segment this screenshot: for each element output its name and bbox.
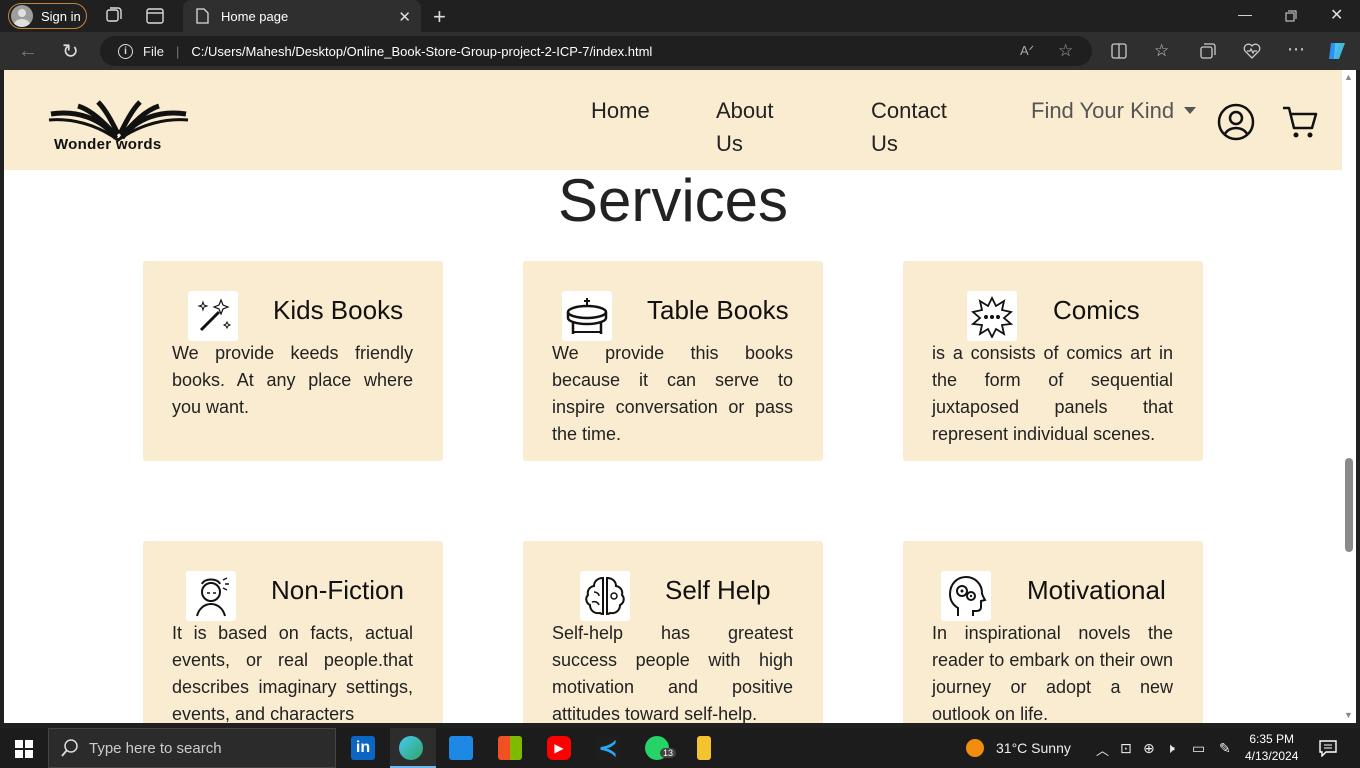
restore-icon[interactable] — [1285, 10, 1297, 22]
brain-icon — [580, 571, 630, 621]
speech-burst-icon — [967, 291, 1017, 341]
page-scrollbar[interactable]: ▲ ▼ — [1342, 70, 1356, 723]
site-header: Wonder words Home About Us Contact Us Find… — [4, 70, 1342, 170]
volume-icon[interactable]: 🕨 — [1166, 740, 1175, 757]
scroll-down-arrow-icon[interactable]: ▼ — [1344, 710, 1353, 720]
chevron-up-icon[interactable]: ︿ — [1096, 740, 1109, 759]
meet-icon[interactable]: ⊡ — [1120, 740, 1132, 757]
scroll-up-arrow-icon[interactable]: ▲ — [1344, 72, 1353, 82]
url-text[interactable]: C:/Users/Mahesh/Desktop/Online_Book-Stor… — [191, 44, 652, 59]
search-placeholder: Type here to search — [89, 739, 222, 757]
more-menu-icon[interactable]: ⋯ — [1287, 39, 1305, 60]
table-icon — [562, 291, 612, 341]
tab-home-page[interactable]: Home page ✕ — [183, 0, 421, 32]
service-card-kids-books[interactable]: Kids Books We provide keeds friendly boo… — [143, 261, 443, 461]
nav-contact-us[interactable]: Contact Us — [871, 94, 947, 160]
taskbar-search-box[interactable]: Type here to search — [48, 728, 336, 768]
web-page: Wonder words Home About Us Contact Us Find… — [4, 70, 1342, 723]
card-title: Comics — [1053, 295, 1140, 325]
service-card-self-help[interactable]: Self Help Self-help has greatest success… — [523, 541, 823, 723]
read-aloud-icon[interactable]: Aᐟ — [1020, 43, 1034, 59]
clock-time: 6:35 PM — [1249, 732, 1295, 746]
chevron-down-icon — [1184, 106, 1197, 114]
tab-title: Home page — [221, 8, 289, 24]
magic-wand-icon — [188, 291, 238, 341]
close-window-icon[interactable]: ✕ — [1330, 5, 1343, 25]
edge-active-indicator — [390, 728, 436, 768]
sun-weather-icon[interactable] — [966, 739, 984, 757]
card-title: Self Help — [665, 575, 771, 605]
logo-text: Wonder words — [54, 136, 162, 153]
file-explorer-app-icon[interactable] — [449, 736, 473, 760]
collections-icon[interactable] — [1199, 42, 1217, 60]
split-screen-icon[interactable] — [1110, 42, 1128, 60]
back-icon[interactable]: ← — [18, 40, 38, 63]
refresh-icon[interactable]: ↻ — [62, 39, 79, 64]
scrollbar-thumb[interactable] — [1345, 458, 1353, 552]
new-tab-icon[interactable]: + — [433, 4, 446, 30]
card-title: Kids Books — [273, 295, 404, 325]
notification-icon[interactable] — [1319, 739, 1337, 757]
window-border-left — [0, 70, 4, 723]
sign-in-button[interactable]: Sign in — [8, 3, 87, 29]
battery-icon[interactable]: ▭ — [1192, 740, 1205, 757]
thinking-person-icon — [186, 571, 236, 621]
card-description: is a consists of comics art in the form … — [932, 343, 1173, 444]
clock-date: 4/13/2024 — [1245, 749, 1299, 763]
sign-in-label: Sign in — [41, 8, 81, 24]
card-title: Motivational — [1027, 575, 1166, 605]
page-icon — [196, 8, 209, 24]
weather-text[interactable]: 31°C Sunny — [996, 740, 1071, 756]
favorites-icon[interactable]: ☆ — [1154, 41, 1169, 61]
service-card-comics[interactable]: Comics is a consists of comics art in th… — [903, 261, 1203, 461]
search-icon — [61, 739, 78, 757]
pen-icon[interactable]: ✎ — [1219, 740, 1231, 757]
card-title: Table Books — [647, 295, 789, 325]
minimize-icon[interactable]: — — [1238, 6, 1252, 22]
card-description: It is based on facts, actual events, or … — [172, 623, 413, 723]
card-title: Non-Fiction — [271, 575, 404, 605]
card-description: In inspirational novels the reader to em… — [932, 623, 1173, 723]
avatar-icon — [11, 5, 33, 27]
whatsapp-badge: 13 — [660, 748, 677, 758]
workspaces-icon[interactable] — [103, 6, 123, 26]
windows-start-icon[interactable] — [15, 740, 33, 758]
address-bar-row: ← ↻ i File | C:/Users/Mahesh/Desktop/Onl… — [0, 32, 1360, 70]
address-divider: | — [175, 43, 180, 59]
favorite-star-icon[interactable]: ☆ — [1058, 41, 1073, 61]
card-description: We provide this books because it can ser… — [552, 343, 793, 444]
info-icon[interactable]: i — [118, 43, 133, 59]
browser-tab-bar: Sign in Home page ✕ + — ✕ — [0, 0, 1360, 32]
service-card-table-books[interactable]: Table Books We provide this books becaus… — [523, 261, 823, 461]
nav-find-your-kind-dropdown[interactable]: Find Your Kind — [1031, 94, 1197, 127]
services-heading: Services — [557, 167, 789, 234]
user-account-icon[interactable] — [1217, 103, 1255, 141]
nav-about-us[interactable]: About Us — [716, 94, 774, 160]
folder-icon[interactable] — [697, 736, 711, 760]
close-tab-icon[interactable]: ✕ — [398, 8, 411, 26]
network-icon[interactable]: ⊕ — [1143, 740, 1155, 757]
tab-actions-icon[interactable] — [145, 6, 165, 26]
service-card-non-fiction[interactable]: Non-Fiction It is based on facts, actual… — [143, 541, 443, 723]
system-clock[interactable]: 6:35 PM 4/13/2024 — [1245, 731, 1298, 765]
card-description: Self-help has greatest success people wi… — [552, 623, 793, 723]
head-gears-icon — [941, 571, 991, 621]
vscode-icon[interactable]: ≺ — [596, 735, 620, 762]
linkedin-icon[interactable]: in — [351, 736, 375, 760]
card-description: We provide keeds friendly books. At any … — [172, 343, 413, 417]
address-bar[interactable]: i File | C:/Users/Mahesh/Desktop/Online_… — [100, 36, 1092, 66]
microsoft-store-icon[interactable] — [498, 736, 522, 760]
browser-essentials-icon[interactable] — [1243, 42, 1261, 60]
copilot-icon[interactable] — [1326, 40, 1348, 62]
service-card-motivational[interactable]: Motivational In inspirational novels the… — [903, 541, 1203, 723]
youtube-icon[interactable]: ▶ — [547, 736, 571, 760]
cart-icon[interactable] — [1281, 103, 1319, 141]
address-scheme: File — [143, 43, 164, 59]
taskbar: Type here to search in ▶ ≺ 13 31°C Sunny… — [0, 728, 1360, 768]
nav-home[interactable]: Home — [591, 94, 650, 127]
